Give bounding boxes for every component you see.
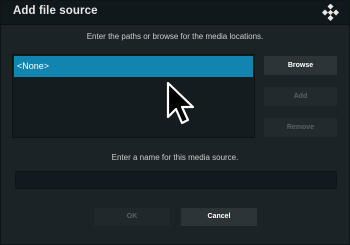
list-item[interactable]: <None> [14,56,253,77]
kodi-logo-icon [322,4,339,21]
mouse-pointer-icon [166,81,195,125]
name-label: Enter a name for this media source. [111,153,239,162]
cancel-button[interactable]: Cancel [181,208,257,226]
media-source-name-input[interactable] [15,171,337,189]
dialog-title: Add file source [13,5,98,17]
dialog-titlebar: Add file source [1,1,349,25]
source-paths-list[interactable]: <None> [12,54,255,138]
add-button[interactable]: Add [264,87,337,106]
ok-button[interactable]: OK [94,208,170,226]
remove-button[interactable]: Remove [264,118,337,137]
browse-button[interactable]: Browse [264,56,337,75]
instructions-text: Enter the paths or browse for the media … [86,32,264,41]
list-item-label: <None> [17,61,50,71]
